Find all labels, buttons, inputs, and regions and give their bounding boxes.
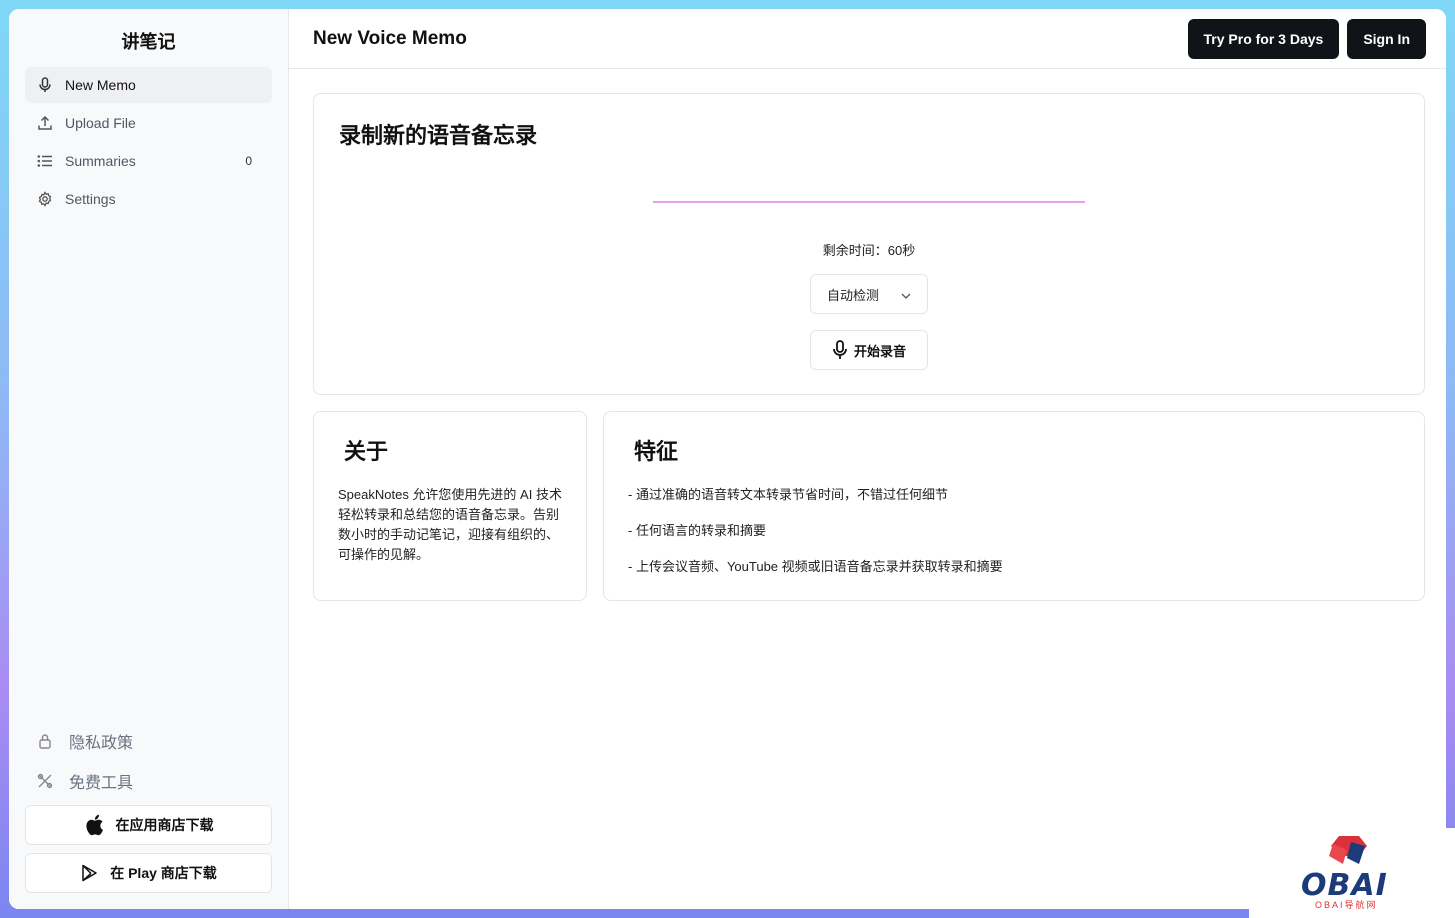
top-bar: New Voice Memo Try Pro for 3 Days Sign I…: [289, 9, 1446, 69]
about-card: 关于 SpeakNotes 允许您使用先进的 AI 技术轻松转录和总结您的语音备…: [313, 411, 587, 601]
sidebar-item-summaries[interactable]: Summaries 0: [25, 143, 272, 179]
sidebar-footer-links: 隐私政策 免费工具: [25, 721, 272, 801]
upload-icon: [37, 115, 53, 131]
app-store-download-button[interactable]: 在应用商店下载: [25, 805, 272, 845]
free-tools-label: 免费工具: [69, 775, 134, 792]
sidebar-item-label: Upload File: [65, 115, 136, 131]
remaining-time: 剩余时间：60秒: [822, 243, 916, 258]
app-store-label: 在应用商店下载: [115, 817, 214, 833]
start-recording-label: 开始录音: [853, 343, 906, 359]
sidebar: 讲笔记 New Memo Upload File Summaries 0 Set…: [9, 9, 289, 909]
privacy-policy-label: 隐私政策: [69, 735, 134, 752]
features-list: - 通过准确的语音转文本转录节省时间，不错过任何细节 - 任何语言的转录和摘要 …: [628, 485, 1003, 593]
page-title: New Voice Memo: [313, 27, 467, 49]
features-title: 特征: [634, 439, 679, 464]
list-item: - 通过准确的语音转文本转录节省时间，不错过任何细节: [628, 487, 948, 502]
app-window: 讲笔记 New Memo Upload File Summaries 0 Set…: [9, 9, 1446, 909]
try-pro-button[interactable]: Try Pro for 3 Days: [1187, 18, 1340, 59]
free-tools-link[interactable]: 免费工具: [25, 761, 272, 801]
lock-icon: [37, 733, 53, 749]
list-item: - 任何语言的转录和摘要: [628, 523, 766, 538]
sidebar-item-label: Settings: [65, 191, 116, 207]
watermark-logo: OBAI OBAI导航网: [1249, 828, 1455, 918]
language-select[interactable]: 自动检测: [810, 274, 928, 314]
microphone-icon: [37, 77, 53, 93]
recorder-card: 录制新的语音备忘录 剩余时间：60秒 自动检测 开始录音: [313, 93, 1425, 395]
sidebar-item-label: Summaries: [65, 153, 136, 169]
play-store-icon: [80, 864, 98, 882]
gear-icon: [37, 191, 53, 207]
sidebar-item-new-memo[interactable]: New Memo: [25, 67, 272, 103]
start-recording-button[interactable]: 开始录音: [810, 330, 928, 370]
sign-in-button[interactable]: Sign In: [1347, 18, 1426, 59]
sidebar-item-label: New Memo: [65, 77, 136, 93]
about-title: 关于: [344, 439, 389, 464]
features-card: 特征 - 通过准确的语音转文本转录节省时间，不错过任何细节 - 任何语言的转录和…: [603, 411, 1425, 601]
audio-waveform: [653, 201, 1085, 203]
about-text: SpeakNotes 允许您使用先进的 AI 技术轻松转录和总结您的语音备忘录。…: [338, 487, 562, 562]
sidebar-item-settings[interactable]: Settings: [25, 181, 272, 217]
chevron-down-icon: [901, 287, 911, 302]
list-item: - 上传会议音频、YouTube 视频或旧语音备忘录并获取转录和摘要: [628, 559, 1003, 574]
play-store-download-button[interactable]: 在 Play 商店下载: [25, 853, 272, 893]
main-content: New Voice Memo Try Pro for 3 Days Sign I…: [289, 9, 1446, 909]
app-title: 讲笔记: [121, 32, 176, 52]
sidebar-item-upload-file[interactable]: Upload File: [25, 105, 272, 141]
summaries-count-badge: 0: [245, 154, 252, 168]
apple-icon: [84, 814, 104, 836]
language-select-value: 自动检测: [827, 287, 880, 303]
privacy-policy-link[interactable]: 隐私政策: [25, 721, 272, 761]
list-icon: [37, 153, 53, 169]
play-store-label: 在 Play 商店下载: [110, 865, 217, 881]
watermark-subtitle: OBAI导航网: [1315, 900, 1378, 910]
microphone-icon: [832, 340, 848, 360]
recorder-title: 录制新的语音备忘录: [339, 123, 538, 148]
sidebar-nav: New Memo Upload File Summaries 0 Setting…: [9, 67, 288, 217]
tools-icon: [37, 773, 53, 789]
